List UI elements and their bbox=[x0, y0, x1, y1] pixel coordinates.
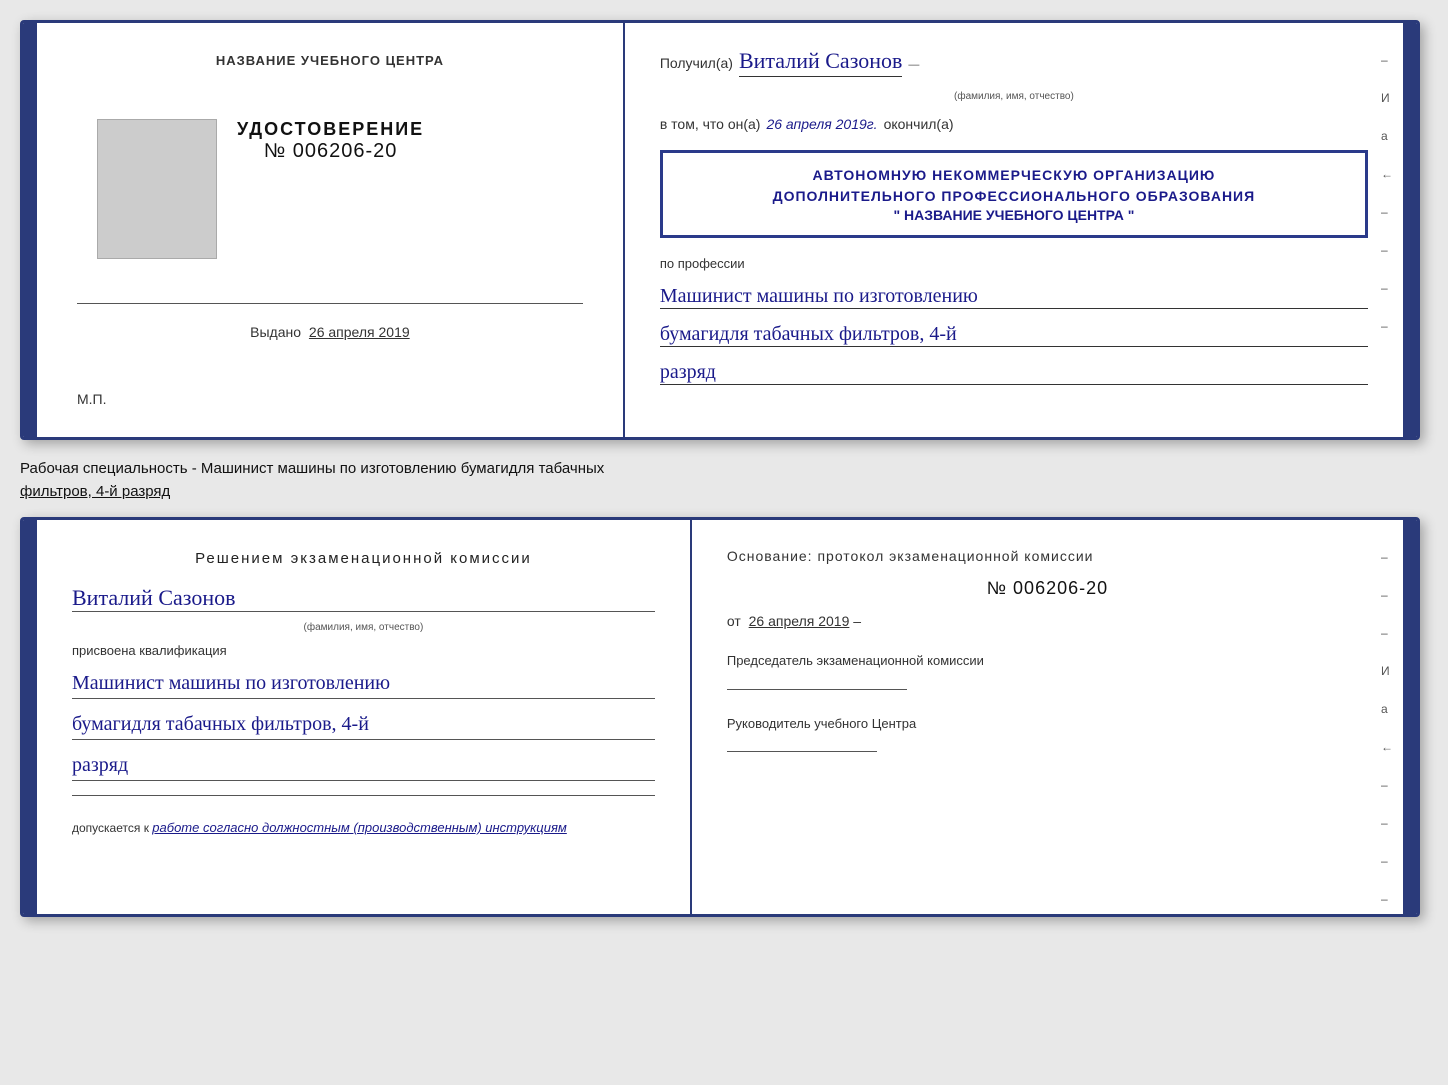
doc-middle-label: Рабочая специальность - Машинист машины … bbox=[20, 452, 1428, 505]
exam-side-marks: – – – И а ← – – – – bbox=[1381, 550, 1393, 906]
cert-recipient-name: Виталий Сазонов bbox=[739, 48, 902, 77]
cert-doc-type: УДОСТОВЕРЕНИЕ bbox=[237, 119, 424, 140]
exam-assigned-label: присвоена квалификация bbox=[72, 643, 655, 658]
doc-label-text1: Рабочая специальность - Машинист машины … bbox=[20, 460, 604, 477]
exam-left-page: Решением экзаменационной комиссии Витали… bbox=[37, 520, 692, 914]
cert-profession-label: по профессии bbox=[660, 256, 1368, 271]
page-wrapper: НАЗВАНИЕ УЧЕБНОГО ЦЕНТРА УДОСТОВЕРЕНИЕ №… bbox=[20, 20, 1428, 917]
spine-right bbox=[1403, 23, 1417, 437]
cert-left-page: НАЗВАНИЕ УЧЕБНОГО ЦЕНТРА УДОСТОВЕРЕНИЕ №… bbox=[37, 23, 625, 437]
cert-finished-label: окончил(а) bbox=[884, 116, 954, 132]
cert-profession-line1: Машинист машины по изготовлению bbox=[660, 285, 1368, 309]
cert-profession-line3: разряд bbox=[660, 361, 1368, 385]
cert-right-page: Получил(а) Виталий Сазонов — (фамилия, и… bbox=[625, 23, 1403, 437]
cert-date: 26 апреля 2019г. bbox=[766, 116, 877, 132]
exam-date-prefix: от bbox=[727, 613, 741, 629]
exam-qualification-line3: разряд bbox=[72, 750, 655, 781]
cert-issued-label: Выдано bbox=[250, 324, 301, 340]
exam-allowed-text: работе согласно должностным (производств… bbox=[152, 820, 567, 835]
cert-stamp-box: АВТОНОМНУЮ НЕКОММЕРЧЕСКУЮ ОРГАНИЗАЦИЮ ДО… bbox=[660, 150, 1368, 238]
exam-fio-subtitle: (фамилия, имя, отчество) bbox=[72, 622, 655, 633]
cert-title-block: УДОСТОВЕРЕНИЕ № 006206-20 bbox=[237, 119, 424, 163]
exam-spine-left bbox=[23, 520, 37, 914]
cert-fio-subtitle: (фамилия, имя, отчество) bbox=[660, 91, 1368, 102]
cert-issued-date: 26 апреля 2019 bbox=[309, 324, 410, 340]
cert-issued-line: Выдано 26 апреля 2019 bbox=[77, 324, 583, 340]
exam-allowed-prefix: допускается к bbox=[72, 821, 149, 835]
cert-recipient-line: Получил(а) Виталий Сазонов — bbox=[660, 48, 1368, 77]
exam-qualification-line1: Машинист машины по изготовлению bbox=[72, 668, 655, 699]
cert-in-that-label: в том, что он(а) bbox=[660, 116, 761, 132]
cert-issued-block: Выдано 26 апреля 2019 bbox=[77, 299, 583, 340]
cert-photo bbox=[97, 119, 217, 259]
exam-chairman-label: Председатель экзаменационной комиссии bbox=[727, 651, 1368, 694]
exam-protocol-number: № 006206-20 bbox=[727, 578, 1368, 599]
cert-header-label: НАЗВАНИЕ УЧЕБНОГО ЦЕНТРА bbox=[216, 53, 444, 68]
cert-side-marks: – И а ← – – – – bbox=[1381, 53, 1393, 333]
exam-basis-label: Основание: протокол экзаменационной коми… bbox=[727, 548, 1368, 564]
cert-body-line: в том, что он(а) 26 апреля 2019г. окончи… bbox=[660, 116, 1368, 132]
cert-stamp-line2: ДОПОЛНИТЕЛЬНОГО ПРОФЕССИОНАЛЬНОГО ОБРАЗО… bbox=[679, 186, 1349, 207]
exam-name: Виталий Сазонов bbox=[72, 585, 655, 612]
cert-mp-label: М.П. bbox=[77, 391, 107, 407]
cert-doc-number: № 006206-20 bbox=[264, 140, 398, 162]
exam-document: Решением экзаменационной комиссии Витали… bbox=[20, 517, 1420, 917]
spine-left bbox=[23, 23, 37, 437]
exam-director-label: Руководитель учебного Центра bbox=[727, 714, 1368, 757]
cert-left-middle: УДОСТОВЕРЕНИЕ № 006206-20 bbox=[77, 119, 583, 259]
exam-date-value: 26 апреля 2019 bbox=[749, 613, 850, 629]
certificate-top: НАЗВАНИЕ УЧЕБНОГО ЦЕНТРА УДОСТОВЕРЕНИЕ №… bbox=[20, 20, 1420, 440]
exam-spine-right bbox=[1403, 520, 1417, 914]
exam-qualification-line2: бумагидля табачных фильтров, 4-й bbox=[72, 709, 655, 740]
doc-label-text2: фильтров, 4-й разряд bbox=[20, 483, 170, 500]
cert-profession-line2: бумагидля табачных фильтров, 4-й bbox=[660, 323, 1368, 347]
exam-right-page: Основание: протокол экзаменационной коми… bbox=[692, 520, 1403, 914]
exam-title: Решением экзаменационной комиссии bbox=[72, 548, 655, 569]
cert-stamp-line1: АВТОНОМНУЮ НЕКОММЕРЧЕСКУЮ ОРГАНИЗАЦИЮ bbox=[679, 165, 1349, 186]
cert-stamp-line3: " НАЗВАНИЕ УЧЕБНОГО ЦЕНТРА " bbox=[679, 207, 1349, 223]
exam-date-line: от 26 апреля 2019 – bbox=[727, 613, 1368, 629]
exam-allowed-line: допускается к работе согласно должностны… bbox=[72, 820, 655, 835]
cert-received-label: Получил(а) bbox=[660, 55, 733, 71]
